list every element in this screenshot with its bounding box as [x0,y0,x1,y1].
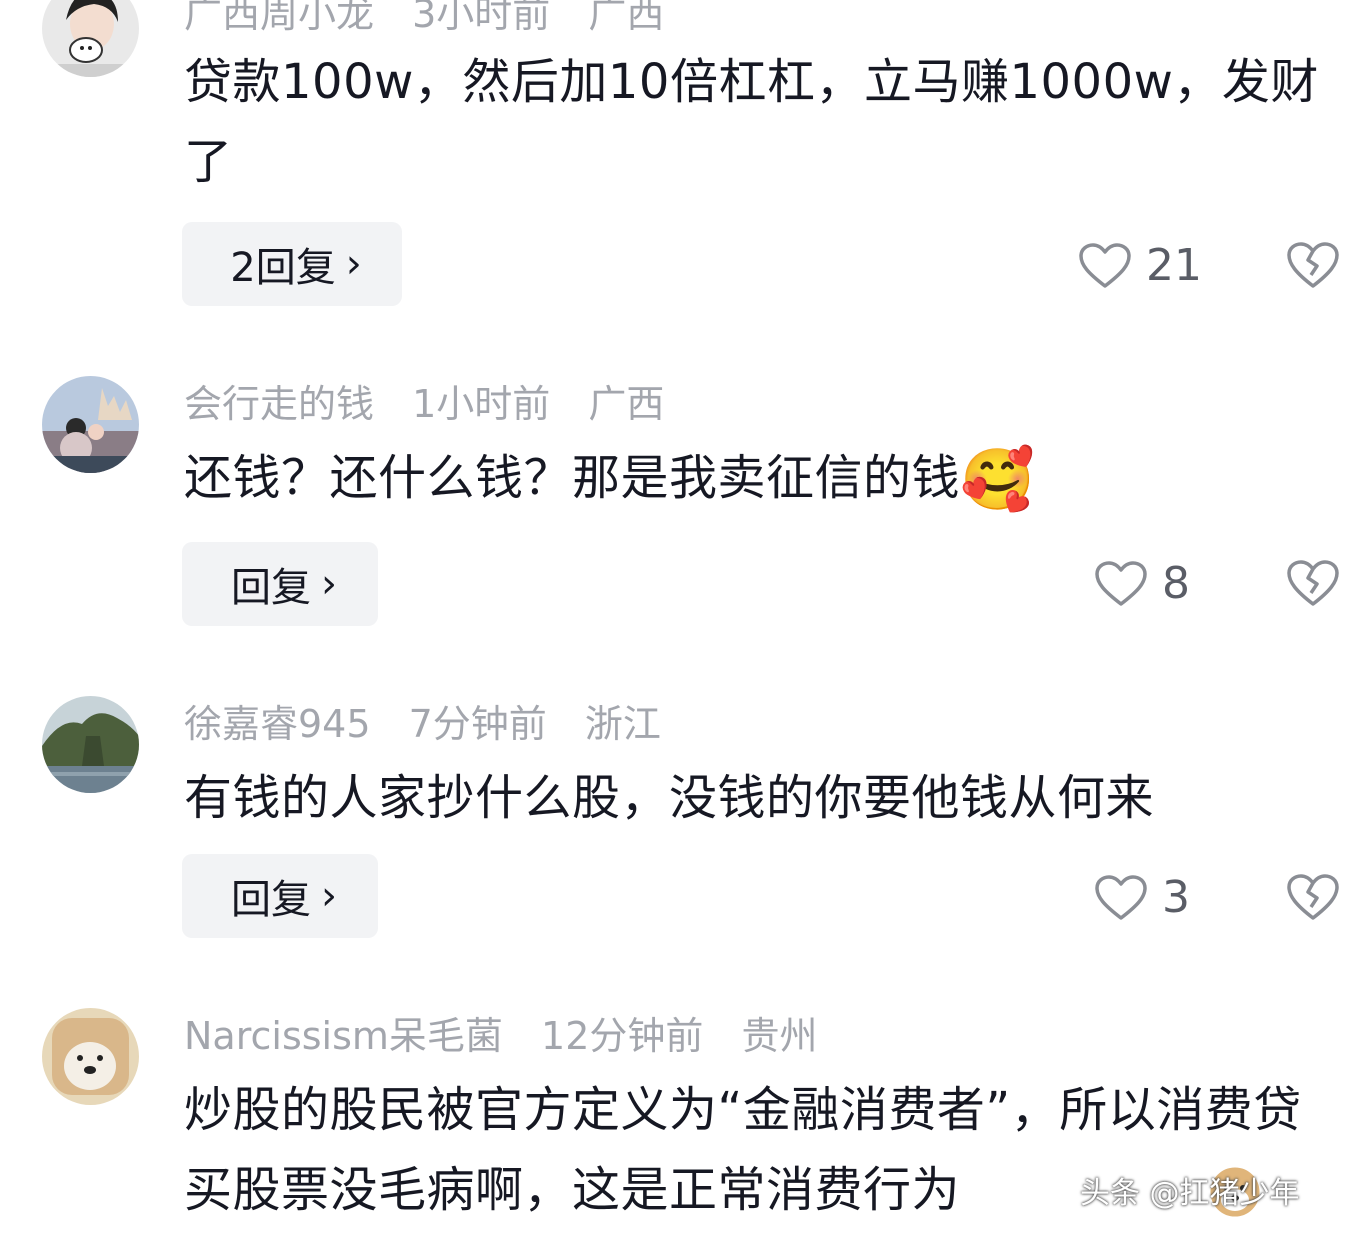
timestamp: 1小时前 [412,382,551,426]
hug-emoji: 🥰 [960,445,1036,515]
chevron-right-icon: › [321,873,337,919]
username[interactable]: 广西周小龙 [184,0,374,36]
heart-outline-icon [1095,560,1147,606]
timestamp: 7分钟前 [408,702,547,746]
comment-meta: 广西周小龙 3小时前 广西 [184,0,690,38]
avatar[interactable] [42,1008,139,1105]
reply-button[interactable]: 回复 › [182,542,378,626]
broken-heart-icon[interactable] [1286,872,1340,922]
comment-meta: 会行走的钱 1小时前 广西 [184,380,690,428]
like-button[interactable]: 21 [1078,240,1202,291]
username[interactable]: 会行走的钱 [184,382,374,426]
avatar[interactable] [42,696,139,793]
reply-label: 2回复 [230,245,336,291]
reply-button[interactable]: 2回复 › [182,222,402,306]
reply-label: 回复 [231,877,311,923]
like-count: 21 [1146,240,1202,291]
broken-heart-icon[interactable] [1286,558,1340,608]
chevron-right-icon: › [321,561,337,607]
location: 广西 [588,0,665,36]
comment-meta: Narcissism呆毛菌 12分钟前 贵州 [184,1012,843,1060]
avatar[interactable] [42,376,139,473]
comment-text-body: 还钱？还什么钱？那是我卖征信的钱 [184,450,961,506]
comment-text: 贷款100w，然后加10倍杠杠，立马赚1000w，发财了 [184,54,1319,190]
location: 浙江 [584,702,661,746]
timestamp: 3小时前 [412,0,551,36]
like-count: 8 [1162,558,1190,609]
broken-heart-icon[interactable] [1286,240,1340,290]
comment-text: 还钱？还什么钱？那是我卖征信的钱🥰 [184,438,1344,520]
like-count: 3 [1162,872,1190,923]
like-button[interactable]: 3 [1094,872,1190,923]
username[interactable]: Narcissism呆毛菌 [184,1014,503,1058]
chevron-right-icon: › [345,241,362,287]
reply-label: 回复 [231,565,311,611]
like-button[interactable]: 8 [1094,558,1190,609]
username[interactable]: 徐嘉睿945 [184,702,371,746]
heart-outline-icon [1079,242,1131,288]
comment-meta: 徐嘉睿945 7分钟前 浙江 [184,700,687,748]
timestamp: 12分钟前 [541,1014,704,1058]
watermark: 头条 @扛猪少年 [1080,1176,1300,1211]
comment-text: 有钱的人家抄什么股，没钱的你要他钱从何来 [184,770,1155,826]
heart-outline-icon [1095,874,1147,920]
location: 广西 [588,382,665,426]
location: 贵州 [741,1014,818,1058]
reply-button[interactable]: 回复 › [182,854,378,938]
avatar[interactable] [42,0,139,77]
